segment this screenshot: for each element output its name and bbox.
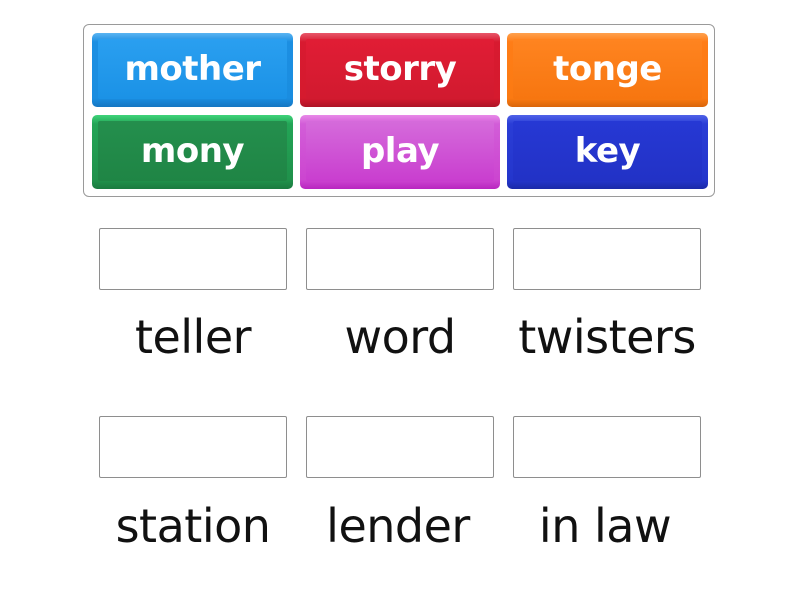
target-word-twisters: twisters [518, 310, 696, 364]
drop-zone-twisters[interactable] [513, 228, 701, 290]
tile-tonge[interactable]: tonge [507, 33, 708, 107]
tile-label: tonge [553, 49, 662, 89]
tile-label: storry [343, 49, 457, 89]
tile-label: mother [124, 49, 261, 89]
target-word-lender: lender [326, 499, 470, 553]
drop-zone-station[interactable] [99, 416, 287, 478]
drop-zone-word[interactable] [306, 228, 494, 290]
tile-label: play [360, 131, 440, 171]
tile-mother[interactable]: mother [92, 33, 293, 107]
tile-tray: mother storry tonge mony play key [83, 24, 715, 197]
tile-storry[interactable]: storry [300, 33, 500, 107]
target-word-station: station [115, 499, 271, 553]
drop-zone-teller[interactable] [99, 228, 287, 290]
tile-key[interactable]: key [507, 115, 708, 189]
drop-zone-lender[interactable] [306, 416, 494, 478]
match-up-game: mother storry tonge mony play key teller… [0, 0, 800, 600]
target-word-in-law: in law [538, 499, 672, 553]
tile-mony[interactable]: mony [92, 115, 293, 189]
tile-label: mony [140, 131, 245, 171]
tile-label: key [574, 131, 641, 171]
drop-zone-in-law[interactable] [513, 416, 701, 478]
target-word-word: word [344, 310, 456, 364]
target-word-teller: teller [134, 310, 252, 364]
tile-play[interactable]: play [300, 115, 500, 189]
